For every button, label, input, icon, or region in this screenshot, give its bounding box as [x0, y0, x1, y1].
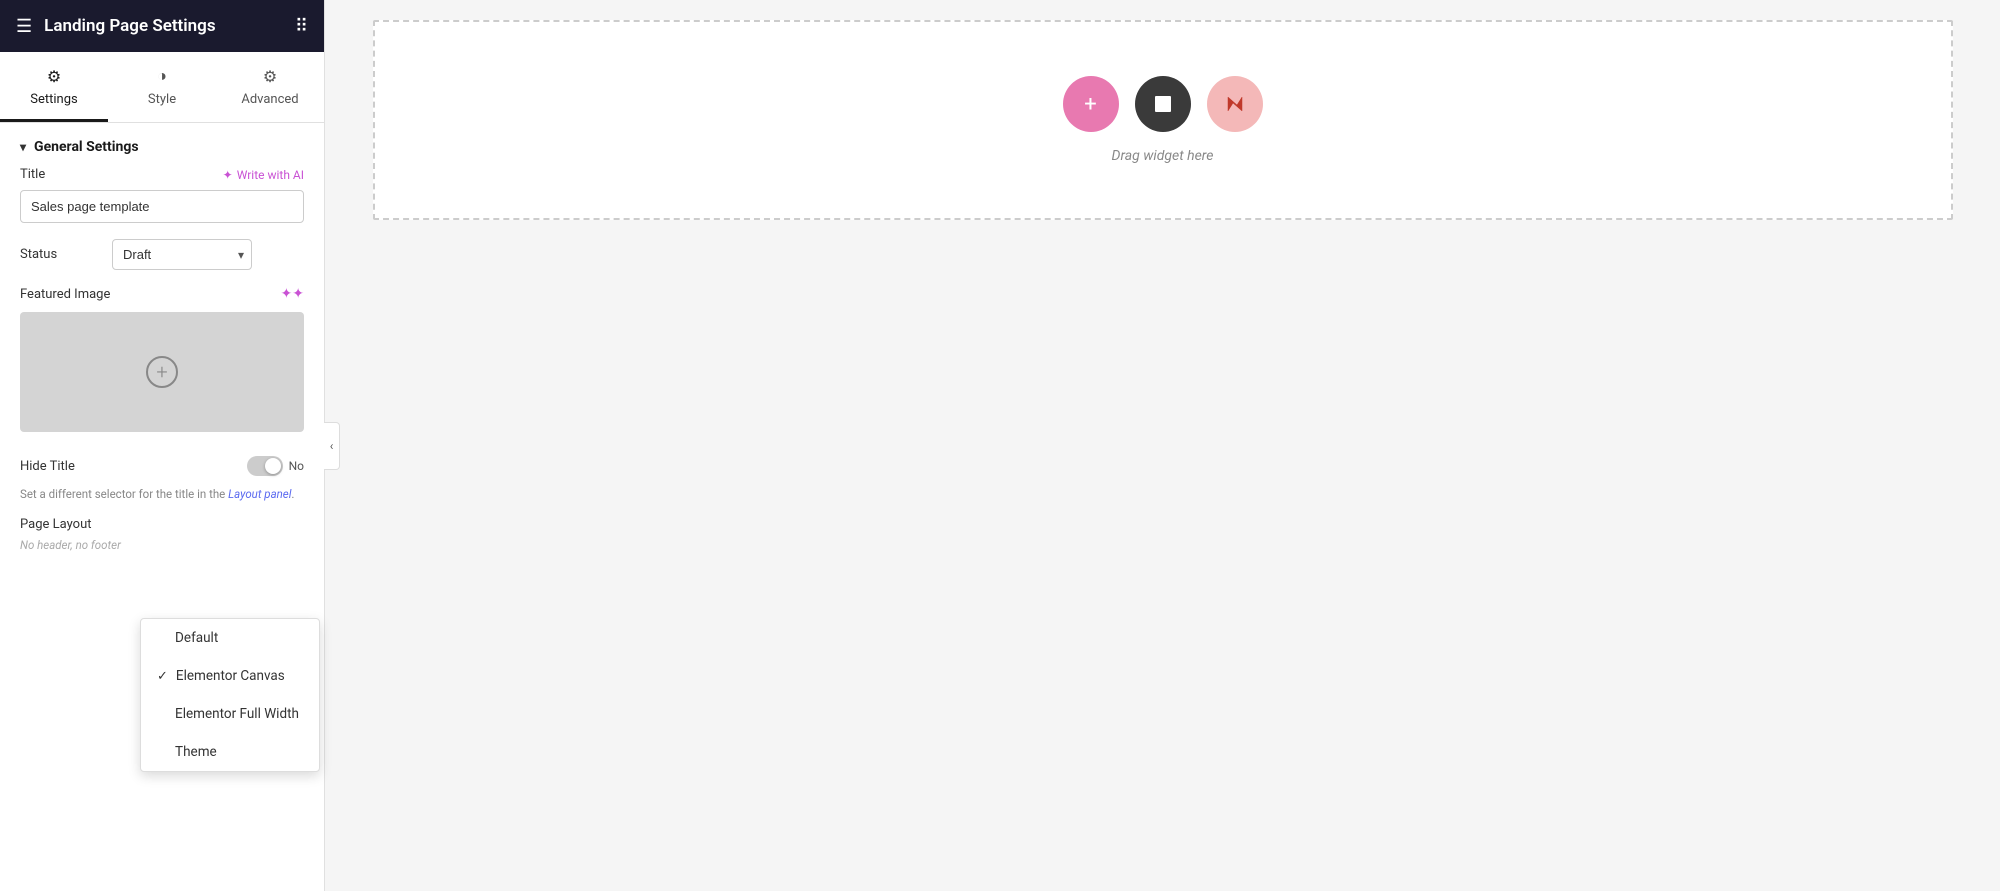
dropdown-label-theme: Theme	[175, 744, 217, 760]
section-title: General Settings	[34, 139, 139, 155]
header-title: Landing Page Settings	[44, 16, 215, 36]
dropdown-check-theme	[157, 744, 167, 760]
sidebar-header: ☰ Landing Page Settings ⠿	[0, 0, 324, 52]
section-header: ▾ General Settings	[0, 123, 324, 167]
status-row: Status Draft Published Private ▾	[0, 239, 324, 286]
sidebar-content: ▾ General Settings Title ✦ Write with AI…	[0, 123, 324, 891]
brand-svg-icon	[1224, 93, 1246, 115]
magic-wand-icon[interactable]: ✦✦	[281, 286, 304, 302]
title-label: Title	[20, 167, 45, 182]
toggle-value-label: No	[289, 459, 304, 473]
title-field-label-row: Title ✦ Write with AI	[20, 167, 304, 182]
notch-svg-icon	[1152, 93, 1174, 115]
widget-icon-brand[interactable]	[1207, 76, 1263, 132]
tab-advanced[interactable]: ⚙ Advanced	[216, 52, 324, 122]
grid-icon[interactable]: ⠿	[295, 16, 308, 37]
page-layout-label: Page Layout	[20, 517, 120, 532]
dropdown-label-default: Default	[175, 630, 218, 646]
tab-settings[interactable]: ⚙ Settings	[0, 52, 108, 122]
style-tab-icon: ◑	[157, 66, 167, 86]
ai-sparkle-icon: ✦	[223, 168, 233, 182]
hint-text-part2: .	[291, 487, 294, 501]
tab-settings-label: Settings	[30, 92, 77, 107]
sidebar: ☰ Landing Page Settings ⠿ ⚙ Settings ◑ S…	[0, 0, 325, 891]
drop-zone[interactable]: + Drag widget here	[373, 20, 1953, 220]
featured-image-label: Featured Image	[20, 287, 110, 302]
footer-note: No header, no footer	[0, 538, 324, 552]
layout-panel-link[interactable]: Layout panel	[228, 487, 291, 501]
hint-text: Set a different selector for the title i…	[0, 486, 324, 517]
drag-widget-text: Drag widget here	[1112, 148, 1214, 164]
dropdown-item-elementor-full-width[interactable]: Elementor Full Width	[141, 695, 319, 733]
title-input[interactable]	[20, 190, 304, 223]
featured-label-row: Featured Image ✦✦	[20, 286, 304, 302]
dropdown-check-elementor-canvas: ✓	[157, 669, 168, 684]
header-left: ☰ Landing Page Settings	[16, 16, 216, 37]
page-layout-dropdown: Default ✓ Elementor Canvas Elementor Ful…	[140, 618, 320, 772]
add-widget-button[interactable]: +	[1063, 76, 1119, 132]
dropdown-item-theme[interactable]: Theme	[141, 733, 319, 771]
add-image-icon: +	[146, 356, 178, 388]
hide-title-row: Hide Title No	[0, 448, 324, 486]
featured-image-section: Featured Image ✦✦ +	[0, 286, 324, 448]
hint-text-part1: Set a different selector for the title i…	[20, 487, 228, 501]
dropdown-item-elementor-canvas[interactable]: ✓ Elementor Canvas	[141, 657, 319, 695]
canvas-area: + Drag widget here	[325, 0, 2000, 891]
tabs: ⚙ Settings ◑ Style ⚙ Advanced	[0, 52, 324, 123]
widget-icons-row: +	[1063, 76, 1263, 132]
status-select-wrapper: Draft Published Private ▾	[112, 239, 252, 270]
hamburger-icon[interactable]: ☰	[16, 16, 32, 37]
image-upload-box[interactable]: +	[20, 312, 304, 432]
advanced-tab-icon: ⚙	[263, 67, 277, 86]
settings-tab-icon: ⚙	[47, 67, 61, 86]
hide-title-toggle[interactable]	[247, 456, 283, 476]
toggle-knob	[265, 458, 281, 474]
title-field-group: Title ✦ Write with AI	[0, 167, 324, 239]
dropdown-check-default	[157, 630, 167, 646]
status-label: Status	[20, 247, 100, 262]
hide-title-label: Hide Title	[20, 459, 75, 474]
dropdown-label-elementor-canvas: Elementor Canvas	[176, 668, 285, 684]
section-toggle-icon[interactable]: ▾	[20, 140, 26, 154]
tab-style[interactable]: ◑ Style	[108, 52, 216, 122]
write-ai-label: Write with AI	[237, 168, 304, 182]
hide-title-toggle-wrapper: No	[247, 456, 304, 476]
status-select[interactable]: Draft Published Private	[112, 239, 252, 270]
dropdown-label-elementor-full-width: Elementor Full Width	[175, 706, 299, 722]
sidebar-collapse-button[interactable]: ‹	[324, 422, 340, 470]
chevron-left-icon: ‹	[330, 439, 334, 453]
page-layout-row: Page Layout	[0, 517, 324, 538]
dropdown-check-elementor-full-width	[157, 706, 167, 722]
widget-icon-notch[interactable]	[1135, 76, 1191, 132]
canvas-content: + Drag widget here	[373, 20, 1953, 220]
dropdown-item-default[interactable]: Default	[141, 619, 319, 657]
tab-advanced-label: Advanced	[241, 92, 298, 107]
write-with-ai-button[interactable]: ✦ Write with AI	[223, 168, 304, 182]
tab-style-label: Style	[148, 92, 176, 107]
